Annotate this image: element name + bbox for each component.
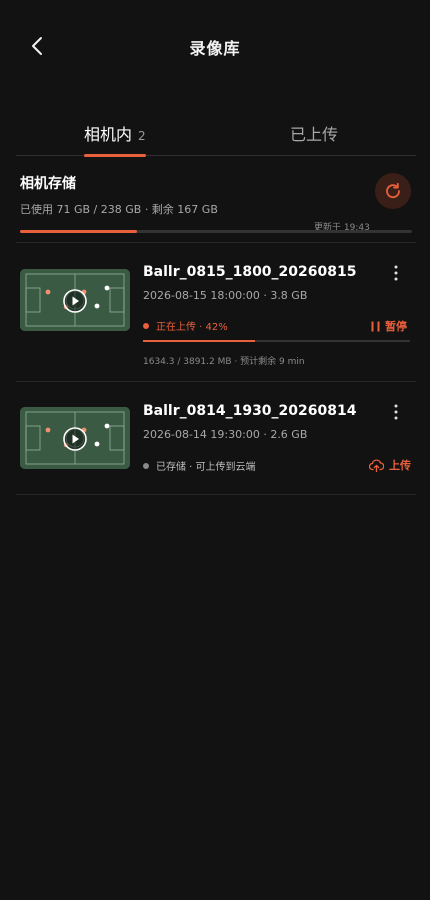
upload-status: 正在上传 · 42% [143,318,228,333]
storage-title: 相机存储 [20,176,76,192]
video-name: Ballr_0814_1930_20260814 [143,403,357,419]
more-options-button[interactable] [386,401,406,423]
status-text: 已存储 · 可上传到云端 [156,462,256,473]
storage-panel: 相机存储 已使用 71 GB / 238 GB · 剩余 167 GB 更新于 … [20,173,416,233]
status-text: 正在上传 · 42% [156,322,228,333]
video-meta: 2026-08-15 18:00:00 · 3.8 GB [143,289,308,302]
list-item: Ballr_0814_1930_20260814 2026-08-14 19:3… [0,381,430,501]
page-title: 录像库 [189,39,241,58]
active-tab-indicator [84,154,146,157]
storage-usage-fill [20,230,137,233]
tab-uploaded[interactable]: 已上传 [290,121,338,145]
video-thumbnail[interactable] [20,269,130,331]
pause-button[interactable]: 暂停 [371,318,407,334]
upload-progress-fill [143,340,256,342]
header: 录像库 [0,0,430,95]
tab-label: 已上传 [290,125,339,144]
video-thumbnail[interactable] [20,407,130,469]
upload-button[interactable]: 上传 [369,457,411,473]
tab-in-camera[interactable]: 相机内 2 [84,121,146,157]
upload-label: 上传 [389,459,411,472]
tab-label: 相机内 [84,125,133,144]
list-item: Ballr_0815_1800_20260815 2026-08-15 18:0… [0,242,430,367]
cloud-upload-icon [369,459,384,472]
storage-usage-text: 已使用 71 GB / 238 GB · 剩余 167 GB [20,203,218,216]
pause-label: 暂停 [385,320,407,333]
play-icon [63,427,87,451]
tab-bar: 相机内 2 已上传 [16,113,416,157]
more-vertical-icon [394,265,398,281]
tab-count-badge: 2 [138,129,146,143]
more-vertical-icon [394,404,398,420]
divider [16,494,416,495]
status-dot [143,322,149,329]
video-meta: 2026-08-14 19:30:00 · 2.6 GB [143,428,308,441]
refresh-icon [386,182,400,199]
upload-detail: 1634.3 / 3891.2 MB · 预计剩余 9 min [143,357,305,367]
more-options-button[interactable] [386,262,406,284]
pause-icon [371,321,380,331]
play-icon [63,289,87,313]
status-dot [143,462,149,469]
refresh-button[interactable] [375,173,411,209]
upload-progress-bar [143,340,410,342]
storage-usage-bar [20,230,412,233]
video-name: Ballr_0815_1800_20260815 [143,264,357,280]
storage-status: 已存储 · 可上传到云端 [143,458,256,473]
